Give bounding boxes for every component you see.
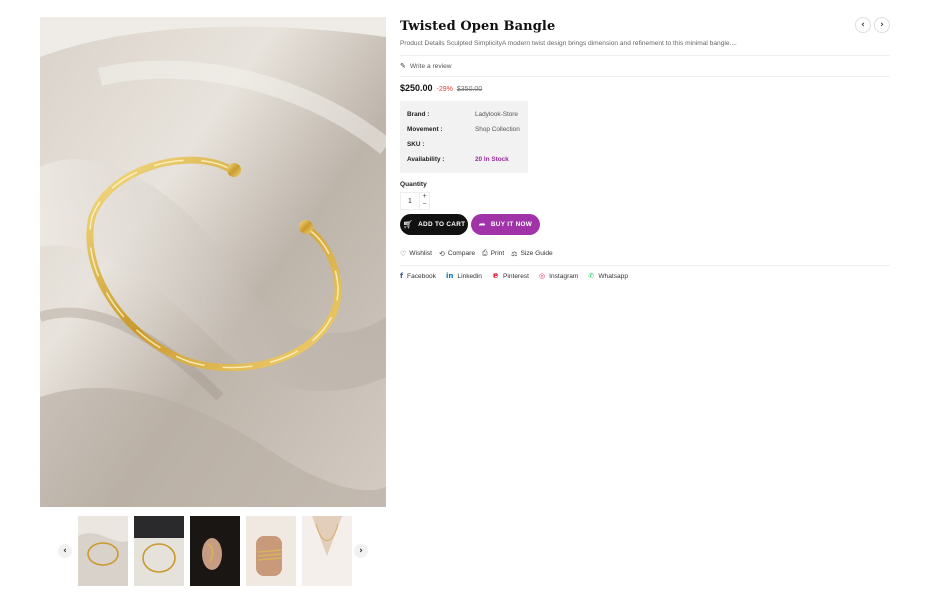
product-details-table: Brand : Ladylook-Store Movement : Shop C… [400, 101, 528, 173]
size-guide-button[interactable]: ⚖ Size Guide [511, 249, 553, 258]
share-pinterest[interactable]: ℗ Pinterest [492, 272, 529, 280]
linkedin-icon: in [446, 272, 454, 280]
bangle-photo [40, 17, 386, 507]
quantity-decrease-button[interactable]: − [420, 201, 429, 209]
instagram-label: Instagram [549, 272, 579, 280]
divider [400, 55, 890, 56]
chevron-right-icon: › [880, 19, 884, 30]
write-review-label: Write a review [409, 62, 452, 70]
pinterest-icon: ℗ [491, 272, 499, 280]
whatsapp-label: Whatsapp [598, 272, 629, 280]
ruler-icon: ⚖ [511, 249, 518, 258]
quantity-input[interactable] [401, 193, 419, 209]
size-guide-label: Size Guide [520, 250, 553, 257]
quantity-stepper: + − [400, 192, 430, 210]
main-product-image[interactable] [40, 17, 386, 507]
detail-label: Brand : [407, 111, 430, 118]
product-info: Twisted Open Bangle ‹ › Product Details … [400, 17, 890, 280]
product-description: Product Details Sculpted SimplicityA mod… [400, 40, 737, 47]
buy-now-button[interactable]: ➦ BUY IT NOW [471, 214, 540, 235]
pinterest-label: Pinterest [502, 272, 529, 280]
thumbnail-strip [78, 516, 352, 586]
thumbnail-2[interactable] [134, 516, 184, 586]
sale-price: $250.00 [400, 83, 433, 93]
linkedin-label: Linkedin [457, 272, 482, 280]
thumbnail-prev-button[interactable]: ‹ [58, 544, 72, 558]
facebook-icon: f [400, 272, 404, 280]
thumbnail-1[interactable] [78, 516, 128, 586]
product-title: Twisted Open Bangle [400, 19, 556, 34]
cart-icon: 🛒︎ [402, 220, 414, 229]
detail-row-movement: Movement : Shop Collection [407, 122, 521, 137]
wishlist-label: Wishlist [409, 250, 432, 257]
share-facebook[interactable]: f Facebook [400, 272, 436, 280]
detail-label: Movement : [407, 126, 443, 133]
discount-badge: -29% [436, 86, 453, 93]
print-label: Print [490, 250, 505, 257]
compare-price: $350.00 [456, 86, 483, 93]
thumbnail-3-image [190, 516, 240, 586]
compare-label: Compare [447, 250, 475, 257]
share-links: f Facebook in Linkedin ℗ Pinterest ◎ Ins… [400, 272, 890, 280]
purchase-buttons: 🛒︎ ADD TO CART ➦ BUY IT NOW [400, 214, 890, 235]
share-linkedin[interactable]: in Linkedin [446, 272, 482, 280]
price-block: $250.00 -29% $350.00 [400, 83, 890, 93]
thumbnail-5-image [302, 516, 352, 586]
divider [400, 265, 890, 266]
share-instagram[interactable]: ◎ Instagram [539, 272, 578, 280]
chevron-left-icon: ‹ [861, 19, 865, 30]
instagram-icon: ◎ [539, 272, 546, 280]
previous-product-button[interactable]: ‹ [855, 17, 871, 33]
thumbnail-4-image [246, 516, 296, 586]
thumbnail-5[interactable] [302, 516, 352, 586]
buy-now-label: BUY IT NOW [490, 221, 533, 228]
quantity-label: Quantity [400, 181, 427, 188]
pencil-icon: ✎ [400, 63, 406, 70]
share-whatsapp[interactable]: ✆ Whatsapp [588, 272, 628, 280]
next-product-button[interactable]: › [874, 17, 890, 33]
thumbnail-2-image [134, 516, 184, 586]
detail-label: Availability : [407, 156, 445, 163]
add-to-cart-button[interactable]: 🛒︎ ADD TO CART [400, 214, 468, 235]
stock-status: 20 In Stock [475, 156, 509, 163]
detail-label: SKU : [407, 141, 425, 148]
quantity-increase-button[interactable]: + [420, 193, 429, 201]
thumbnail-next-button[interactable]: › [354, 544, 368, 558]
chevron-right-icon: › [359, 545, 363, 556]
share-arrow-icon: ➦ [478, 220, 486, 229]
detail-row-brand: Brand : Ladylook-Store [407, 107, 521, 122]
detail-row-sku: SKU : [407, 137, 521, 152]
thumbnail-1-image [78, 516, 128, 586]
chevron-left-icon: ‹ [63, 545, 67, 556]
facebook-label: Facebook [407, 272, 437, 280]
wishlist-button[interactable]: ♡ Wishlist [400, 249, 432, 258]
compare-button[interactable]: ⟲ Compare [439, 249, 475, 258]
compare-icon: ⟲ [439, 249, 445, 258]
thumbnail-3[interactable] [190, 516, 240, 586]
print-button[interactable]: ⎙ Print [482, 249, 504, 258]
detail-value: Ladylook-Store [475, 111, 518, 118]
print-icon: ⎙ [482, 249, 488, 257]
thumbnail-4[interactable] [246, 516, 296, 586]
detail-value: Shop Collection [475, 126, 520, 133]
product-actions: ♡ Wishlist ⟲ Compare ⎙ Print ⚖ Size Guid… [400, 249, 890, 258]
add-to-cart-label: ADD TO CART [418, 221, 466, 228]
quantity-steps: + − [419, 193, 429, 209]
divider [400, 76, 890, 77]
product-nav: ‹ › [855, 17, 890, 33]
whatsapp-icon: ✆ [588, 272, 595, 280]
write-review-link[interactable]: ✎ Write a review [400, 62, 890, 71]
heart-icon: ♡ [400, 249, 407, 258]
detail-row-availability: Availability : 20 In Stock [407, 152, 521, 167]
